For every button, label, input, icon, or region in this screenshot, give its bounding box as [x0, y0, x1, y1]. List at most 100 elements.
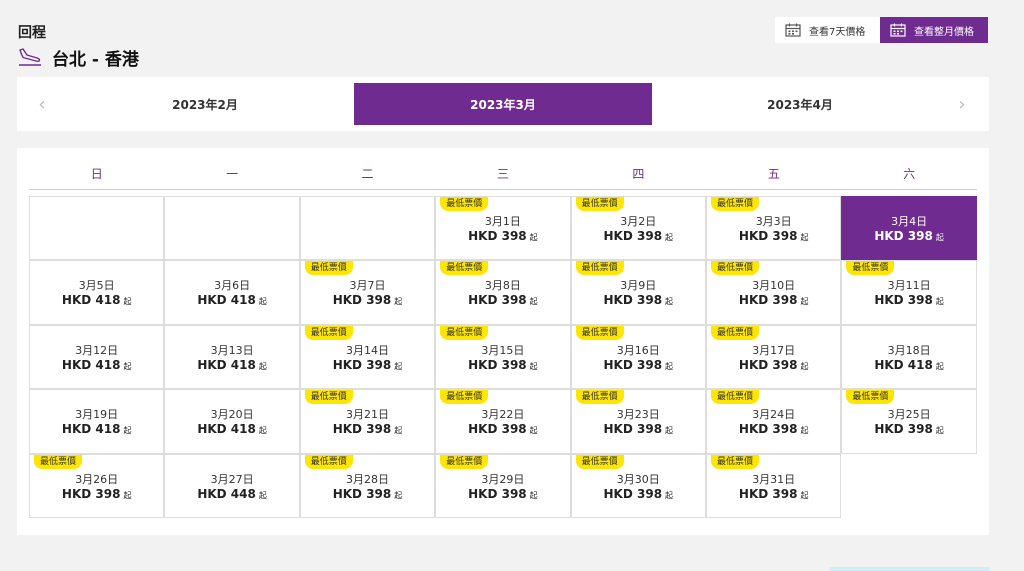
day-cell[interactable]: 3月4日 HKD 398 起 — [841, 196, 977, 261]
day-date: 3月26日 — [75, 472, 119, 486]
day-cell[interactable]: 最低票價 3月17日 HKD 398 起 — [706, 324, 842, 390]
calendar-grid: 最低票價 3月1日 HKD 398 起最低票價 3月2日 HKD 398 起最低票價 3月3日… — [29, 196, 977, 518]
lowest-fare-badge: 最低票價 — [711, 325, 760, 340]
price-from-suffix: 起 — [800, 297, 809, 307]
weekday-sat: 六 — [903, 167, 916, 181]
prev-month-arrow-icon[interactable]: ‹ — [22, 77, 62, 131]
price-view-toggle: 查看7天價格 查看整月價格 — [775, 17, 988, 43]
day-cell[interactable]: 最低票價 3月22日 HKD 398 起 — [435, 389, 571, 454]
day-price: HKD 398 起 — [301, 293, 434, 307]
day-price: HKD 398 起 — [707, 422, 840, 436]
day-price: HKD 448 起 — [165, 487, 298, 501]
day-date: 3月14日 — [345, 343, 389, 357]
day-cell[interactable]: 最低票價 3月3日 HKD 398 起 — [706, 196, 842, 261]
day-date: 3月23日 — [616, 408, 660, 422]
lowest-fare-badge: 最低票價 — [711, 454, 760, 469]
day-price: HKD 398 起 — [436, 229, 569, 243]
day-cell[interactable]: 最低票價 3月15日 HKD 398 起 — [435, 324, 571, 390]
route-text: 台北 - 香港 — [52, 49, 139, 70]
price-from-suffix: 起 — [800, 233, 809, 242]
month-selector: ‹ 2023年2月 2023年3月 2023年4月 › — [17, 77, 989, 131]
day-cell[interactable]: 最低票價 3月10日 HKD 398 起 — [706, 260, 842, 325]
price-from-suffix: 起 — [665, 490, 674, 500]
price-from-suffix: 起 — [394, 426, 403, 436]
day-date: 3月4日 — [891, 215, 928, 228]
day-date: 3月6日 — [214, 279, 251, 293]
price-from-suffix: 起 — [123, 297, 132, 307]
view-7-days-label: 查看7天價格 — [809, 26, 866, 38]
price-amount: HKD 398 — [874, 293, 933, 308]
day-date: 3月5日 — [78, 279, 115, 293]
day-cell[interactable]: 最低票價 3月31日 HKD 398 起 — [706, 453, 842, 518]
day-cell[interactable]: 最低票價 3月23日 HKD 398 起 — [570, 389, 706, 454]
price-from-suffix: 起 — [800, 426, 809, 436]
day-price: HKD 398 起 — [707, 358, 840, 372]
price-amount: HKD 398 — [468, 293, 527, 308]
lowest-fare-badge: 最低票價 — [711, 390, 760, 405]
day-cell[interactable]: 最低票價 3月8日 HKD 398 起 — [435, 260, 571, 325]
day-date: 3月10日 — [752, 279, 796, 293]
day-price: HKD 398 起 — [572, 422, 705, 436]
day-date: 3月31日 — [752, 472, 796, 486]
price-from-suffix: 起 — [529, 426, 538, 436]
day-date: 3月2日 — [620, 215, 657, 228]
day-cell[interactable]: 最低票價 3月7日 HKD 398 起 — [299, 260, 436, 325]
price-from-suffix: 起 — [935, 233, 944, 242]
month-tab-february[interactable]: 2023年2月 — [57, 83, 353, 125]
price-from-suffix: 起 — [935, 361, 944, 371]
lowest-fare-badge: 最低票價 — [440, 261, 489, 276]
price-amount: HKD 418 — [61, 422, 121, 437]
day-cell[interactable]: 最低票價 3月29日 HKD 398 起 — [435, 453, 571, 518]
day-cell[interactable]: 3月20日 HKD 418 起 — [164, 389, 300, 454]
price-amount: HKD 398 — [603, 293, 663, 308]
day-cell[interactable]: 最低票價 3月25日 HKD 398 起 — [841, 389, 977, 454]
day-cell[interactable]: 最低票價 3月21日 HKD 398 起 — [299, 389, 436, 454]
day-date: 3月17日 — [752, 343, 796, 357]
price-from-suffix: 起 — [394, 490, 403, 500]
day-cell[interactable]: 3月27日 HKD 448 起 — [164, 453, 300, 518]
bottom-edge-strip — [830, 567, 990, 571]
day-cell[interactable]: 最低票價 3月30日 HKD 398 起 — [570, 453, 706, 518]
day-cell[interactable]: 最低票價 3月26日 HKD 398 起 — [29, 453, 165, 518]
price-amount: HKD 398 — [738, 293, 798, 308]
weekday-mon: 一 — [226, 167, 239, 181]
month-tab-march[interactable]: 2023年3月 — [354, 83, 652, 125]
day-date: 3月8日 — [484, 279, 521, 293]
day-cell[interactable]: 最低票價 3月14日 HKD 398 起 — [299, 324, 436, 390]
view-7-days-button[interactable]: 查看7天價格 — [775, 17, 880, 43]
day-cell[interactable]: 最低票價 3月28日 HKD 398 起 — [299, 453, 436, 518]
lowest-fare-badge: 最低票價 — [440, 454, 489, 469]
route-heading: 台北 - 香港 — [18, 45, 139, 70]
day-cell[interactable]: 3月5日 HKD 418 起 — [29, 260, 165, 325]
day-cell[interactable]: 3月6日 HKD 418 起 — [164, 260, 300, 325]
day-cell[interactable]: 最低票價 3月2日 HKD 398 起 — [570, 196, 706, 261]
day-cell[interactable]: 最低票價 3月1日 HKD 398 起 — [435, 196, 571, 261]
view-full-month-button[interactable]: 查看整月價格 — [880, 17, 988, 43]
price-amount: HKD 398 — [874, 422, 933, 437]
day-date: 3月29日 — [481, 472, 525, 486]
day-cell[interactable]: 最低票價 3月9日 HKD 398 起 — [570, 260, 706, 325]
day-cell[interactable]: 最低票價 3月11日 HKD 398 起 — [841, 260, 977, 325]
day-date: 3月25日 — [887, 408, 931, 422]
day-date: 3月13日 — [210, 343, 254, 357]
day-price: HKD 398 起 — [707, 487, 840, 501]
day-cell[interactable]: 3月19日 HKD 418 起 — [29, 389, 165, 454]
lowest-fare-badge: 最低票價 — [575, 454, 624, 469]
next-month-arrow-icon[interactable]: › — [942, 77, 982, 131]
day-cell[interactable]: 最低票價 3月16日 HKD 398 起 — [570, 324, 706, 390]
day-cell[interactable]: 3月12日 HKD 418 起 — [29, 324, 165, 390]
day-cell[interactable]: 3月13日 HKD 418 起 — [164, 324, 300, 390]
empty-day-cell — [299, 196, 436, 261]
day-cell[interactable]: 3月18日 HKD 418 起 — [841, 324, 977, 390]
lowest-fare-badge: 最低票價 — [440, 197, 489, 211]
day-price: HKD 398 起 — [436, 358, 569, 372]
price-amount: HKD 398 — [332, 357, 392, 372]
day-price: HKD 398 起 — [842, 229, 975, 243]
month-tab-april[interactable]: 2023年4月 — [652, 83, 948, 125]
day-price: HKD 418 起 — [165, 422, 298, 436]
plane-landing-icon — [19, 48, 41, 66]
price-from-suffix: 起 — [529, 490, 538, 500]
day-cell[interactable]: 最低票價 3月24日 HKD 398 起 — [706, 389, 842, 454]
fare-calendar: 日 一 二 三 四 五 六 最低票價 3月1日 HKD 398 起最低票價 3月2日 HK… — [17, 148, 989, 535]
price-from-suffix: 起 — [123, 426, 132, 436]
